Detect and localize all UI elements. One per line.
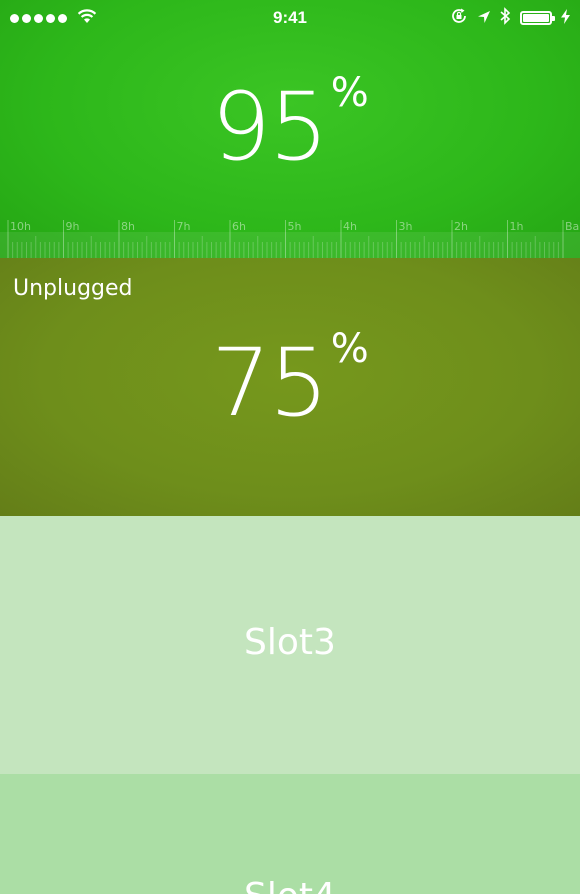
timeline-label: 6h bbox=[232, 220, 246, 233]
battery-fill bbox=[523, 14, 549, 22]
percent-sign: % bbox=[330, 70, 369, 116]
timeline-label: 5h bbox=[288, 220, 302, 233]
slot-label: Slot3 bbox=[244, 622, 336, 663]
timeline-label: 3h bbox=[399, 220, 413, 233]
slot-label: Slot4 bbox=[0, 876, 580, 894]
status-bar: 9:41 bbox=[0, 0, 580, 36]
battery-percentage: 95 % bbox=[211, 73, 369, 182]
battery-timeline[interactable]: 10h 9h 8h 7h 6h 5h 4h 3h 2h 1h Ba bbox=[0, 218, 580, 258]
percent-sign: % bbox=[330, 326, 369, 372]
timeline-label: 2h bbox=[454, 220, 468, 233]
battery-icon bbox=[520, 11, 555, 25]
timeline-label: 7h bbox=[177, 220, 191, 233]
timeline-label: 8h bbox=[121, 220, 135, 233]
battery-percentage: 75 % bbox=[211, 329, 369, 438]
battery-panel-unplugged[interactable]: Unplugged 75 % bbox=[0, 258, 580, 516]
battery-value: 95 bbox=[211, 73, 329, 182]
battery-value: 75 bbox=[211, 329, 329, 438]
slot-panel-3[interactable]: Slot3 bbox=[0, 516, 580, 774]
panel-label: Unplugged bbox=[13, 276, 133, 301]
timeline-label: 4h bbox=[343, 220, 357, 233]
timeline-label: Ba bbox=[565, 220, 579, 233]
timeline-label: 1h bbox=[510, 220, 524, 233]
timeline-label: 9h bbox=[66, 220, 80, 233]
status-time: 9:41 bbox=[272, 8, 308, 27]
timeline-label: 10h bbox=[10, 220, 31, 233]
battery-panel-current[interactable]: 95 % 10h 9h 8h 7h 6h 5h 4h 3h 2h 1h Ba bbox=[0, 0, 580, 258]
slot-panel-4[interactable]: Slot4 bbox=[0, 774, 580, 894]
